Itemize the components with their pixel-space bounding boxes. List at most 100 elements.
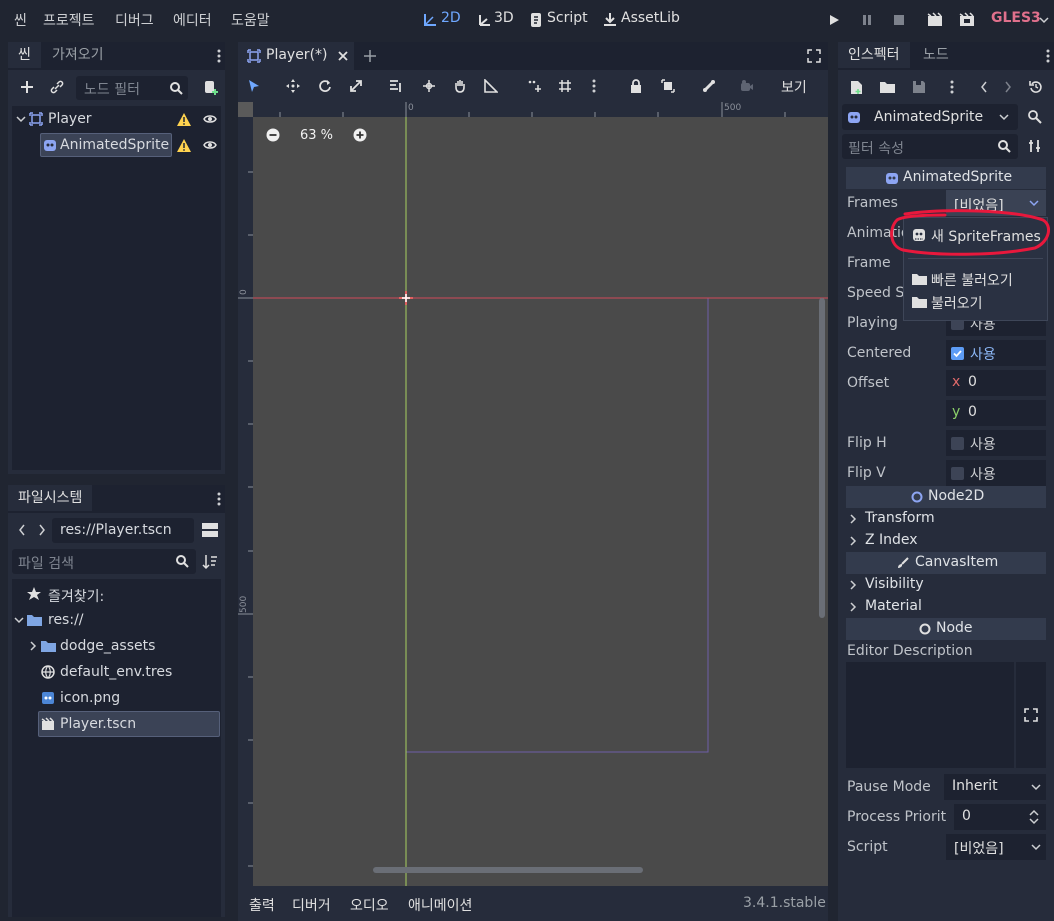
nav-forward-icon[interactable] bbox=[36, 521, 48, 539]
camera-override-icon[interactable] bbox=[738, 77, 756, 95]
visibility-eye-icon[interactable] bbox=[202, 111, 218, 127]
flip-h-checkbox[interactable] bbox=[951, 437, 964, 450]
file-row[interactable]: default_env.tres bbox=[12, 659, 221, 685]
tab-import[interactable]: 가져오기 bbox=[42, 42, 114, 68]
file-row[interactable]: dodge_assets bbox=[12, 633, 221, 659]
group-icon[interactable] bbox=[659, 77, 677, 95]
warning-icon[interactable] bbox=[176, 111, 192, 127]
smart-snap-icon[interactable] bbox=[525, 77, 543, 95]
dock-menu-icon[interactable] bbox=[213, 46, 225, 66]
zoom-level[interactable]: 63 % bbox=[300, 128, 333, 143]
pan-hand-icon[interactable] bbox=[451, 77, 469, 95]
tab-scene[interactable]: 씬 bbox=[8, 42, 41, 68]
grid-snap-icon[interactable] bbox=[556, 77, 574, 95]
tree-node-animatedsprite[interactable]: AnimatedSprite bbox=[12, 132, 221, 158]
vertical-scrollbar[interactable] bbox=[819, 298, 825, 618]
editor-description-textarea[interactable] bbox=[846, 662, 1014, 768]
file-row[interactable]: icon.png bbox=[12, 685, 221, 711]
expand-textarea-button[interactable] bbox=[1016, 662, 1046, 768]
warning-icon[interactable] bbox=[176, 137, 192, 153]
file-search-input[interactable]: 파일 검색 bbox=[12, 549, 196, 574]
pause-icon[interactable] bbox=[859, 12, 875, 28]
tab-debugger[interactable]: 디버거 bbox=[292, 895, 331, 915]
add-tab-icon[interactable] bbox=[362, 48, 378, 64]
workspace-script[interactable]: Script bbox=[547, 10, 588, 26]
chevron-down-icon[interactable] bbox=[14, 613, 24, 627]
menu-debug[interactable]: 디버그 bbox=[115, 10, 154, 30]
scale-mode-icon[interactable] bbox=[347, 77, 365, 95]
workspace-3d[interactable]: 3D bbox=[494, 10, 514, 26]
zoom-in-icon[interactable] bbox=[352, 127, 368, 143]
folder-root-row[interactable]: res:// bbox=[12, 607, 221, 633]
menu-editor[interactable]: 에디터 bbox=[173, 10, 212, 30]
spinner-arrows-icon[interactable] bbox=[1028, 808, 1040, 826]
move-mode-icon[interactable] bbox=[284, 77, 302, 95]
instance-link-icon[interactable] bbox=[48, 78, 66, 96]
chevron-right-icon[interactable] bbox=[28, 639, 38, 653]
renderer-label[interactable]: GLES3 bbox=[991, 10, 1041, 26]
workspace-2d[interactable]: 2D bbox=[441, 10, 461, 26]
pause-mode-select[interactable]: Inherit bbox=[944, 774, 1046, 800]
menu-item-quick-load[interactable]: 빠른 불러오기 bbox=[904, 267, 1047, 291]
script-value-field[interactable]: [비었음] bbox=[946, 834, 1046, 860]
history-forward-icon[interactable] bbox=[1002, 78, 1014, 96]
tree-node-player[interactable]: Player bbox=[12, 106, 221, 132]
centered-checkbox[interactable] bbox=[951, 347, 964, 360]
lock-icon[interactable] bbox=[627, 77, 645, 95]
group-visibility[interactable]: Visibility bbox=[846, 574, 1046, 596]
file-row[interactable]: Player.tscn bbox=[12, 711, 221, 737]
play-custom-scene-icon[interactable] bbox=[958, 11, 976, 29]
visibility-eye-icon[interactable] bbox=[202, 137, 218, 153]
tab-inspector[interactable]: 인스펙터 bbox=[838, 42, 910, 68]
ruler-icon[interactable] bbox=[482, 77, 500, 95]
pivot-icon[interactable] bbox=[420, 77, 438, 95]
load-folder-icon[interactable] bbox=[878, 78, 896, 96]
viewport-2d[interactable]: 0 500 0 500 63 % bbox=[238, 102, 828, 886]
save-icon[interactable] bbox=[910, 78, 928, 96]
horizontal-scrollbar[interactable] bbox=[373, 867, 643, 873]
group-transform[interactable]: Transform bbox=[846, 508, 1046, 530]
prop-offset-x[interactable]: x 0 bbox=[946, 370, 1046, 396]
inspector-menu-icon[interactable] bbox=[946, 78, 958, 96]
group-material[interactable]: Material bbox=[846, 596, 1046, 618]
new-resource-icon[interactable] bbox=[848, 78, 864, 96]
renderer-chevron-icon[interactable] bbox=[1037, 12, 1051, 28]
group-zindex[interactable]: Z Index bbox=[846, 530, 1046, 552]
node-filter-input[interactable]: 노드 필터 bbox=[76, 76, 188, 100]
chevron-down-icon[interactable] bbox=[16, 112, 26, 126]
dock-menu-icon[interactable] bbox=[1042, 46, 1054, 66]
fullscreen-icon[interactable] bbox=[806, 48, 822, 64]
rotate-mode-icon[interactable] bbox=[316, 77, 334, 95]
workspace-assetlib[interactable]: AssetLib bbox=[621, 10, 680, 26]
view-menu[interactable]: 보기 bbox=[781, 77, 807, 97]
prop-flip-h-value[interactable]: 사용 bbox=[946, 430, 1046, 456]
play-icon[interactable] bbox=[826, 12, 842, 28]
menu-project[interactable]: 프로젝트 bbox=[43, 10, 95, 30]
dock-menu-icon[interactable] bbox=[213, 489, 225, 509]
close-icon[interactable] bbox=[336, 49, 350, 63]
list-select-icon[interactable] bbox=[387, 77, 405, 95]
prop-flip-v-value[interactable]: 사용 bbox=[946, 460, 1046, 486]
tools-icon[interactable] bbox=[1026, 137, 1044, 155]
menu-scene[interactable]: 씬 bbox=[14, 10, 27, 30]
split-view-icon[interactable] bbox=[200, 521, 220, 539]
select-mode-icon[interactable] bbox=[245, 77, 263, 95]
tab-filesystem[interactable]: 파일시스템 bbox=[8, 485, 93, 511]
tab-animation[interactable]: 애니메이션 bbox=[408, 895, 472, 915]
history-icon[interactable] bbox=[1027, 78, 1045, 96]
process-priority-spinbox[interactable]: 0 bbox=[954, 804, 1046, 830]
flip-v-checkbox[interactable] bbox=[951, 467, 964, 480]
skeleton-bone-icon[interactable] bbox=[700, 77, 718, 95]
property-filter-input[interactable]: 필터 속성 bbox=[842, 134, 1018, 159]
menu-item-load[interactable]: 불러오기 bbox=[904, 290, 1047, 314]
play-scene-icon[interactable] bbox=[926, 11, 944, 29]
path-field[interactable]: res://Player.tscn bbox=[52, 518, 194, 543]
attach-script-icon[interactable] bbox=[201, 78, 221, 98]
tab-output[interactable]: 출력 bbox=[249, 895, 275, 915]
prop-offset-y[interactable]: y 0 bbox=[946, 400, 1046, 426]
prop-centered-value[interactable]: 사용 bbox=[946, 340, 1046, 366]
add-node-icon[interactable] bbox=[18, 78, 36, 96]
node-doc-icon[interactable] bbox=[1026, 108, 1044, 126]
sort-icon[interactable] bbox=[200, 552, 220, 572]
favorites-row[interactable]: 즐겨찾기: bbox=[12, 581, 221, 607]
